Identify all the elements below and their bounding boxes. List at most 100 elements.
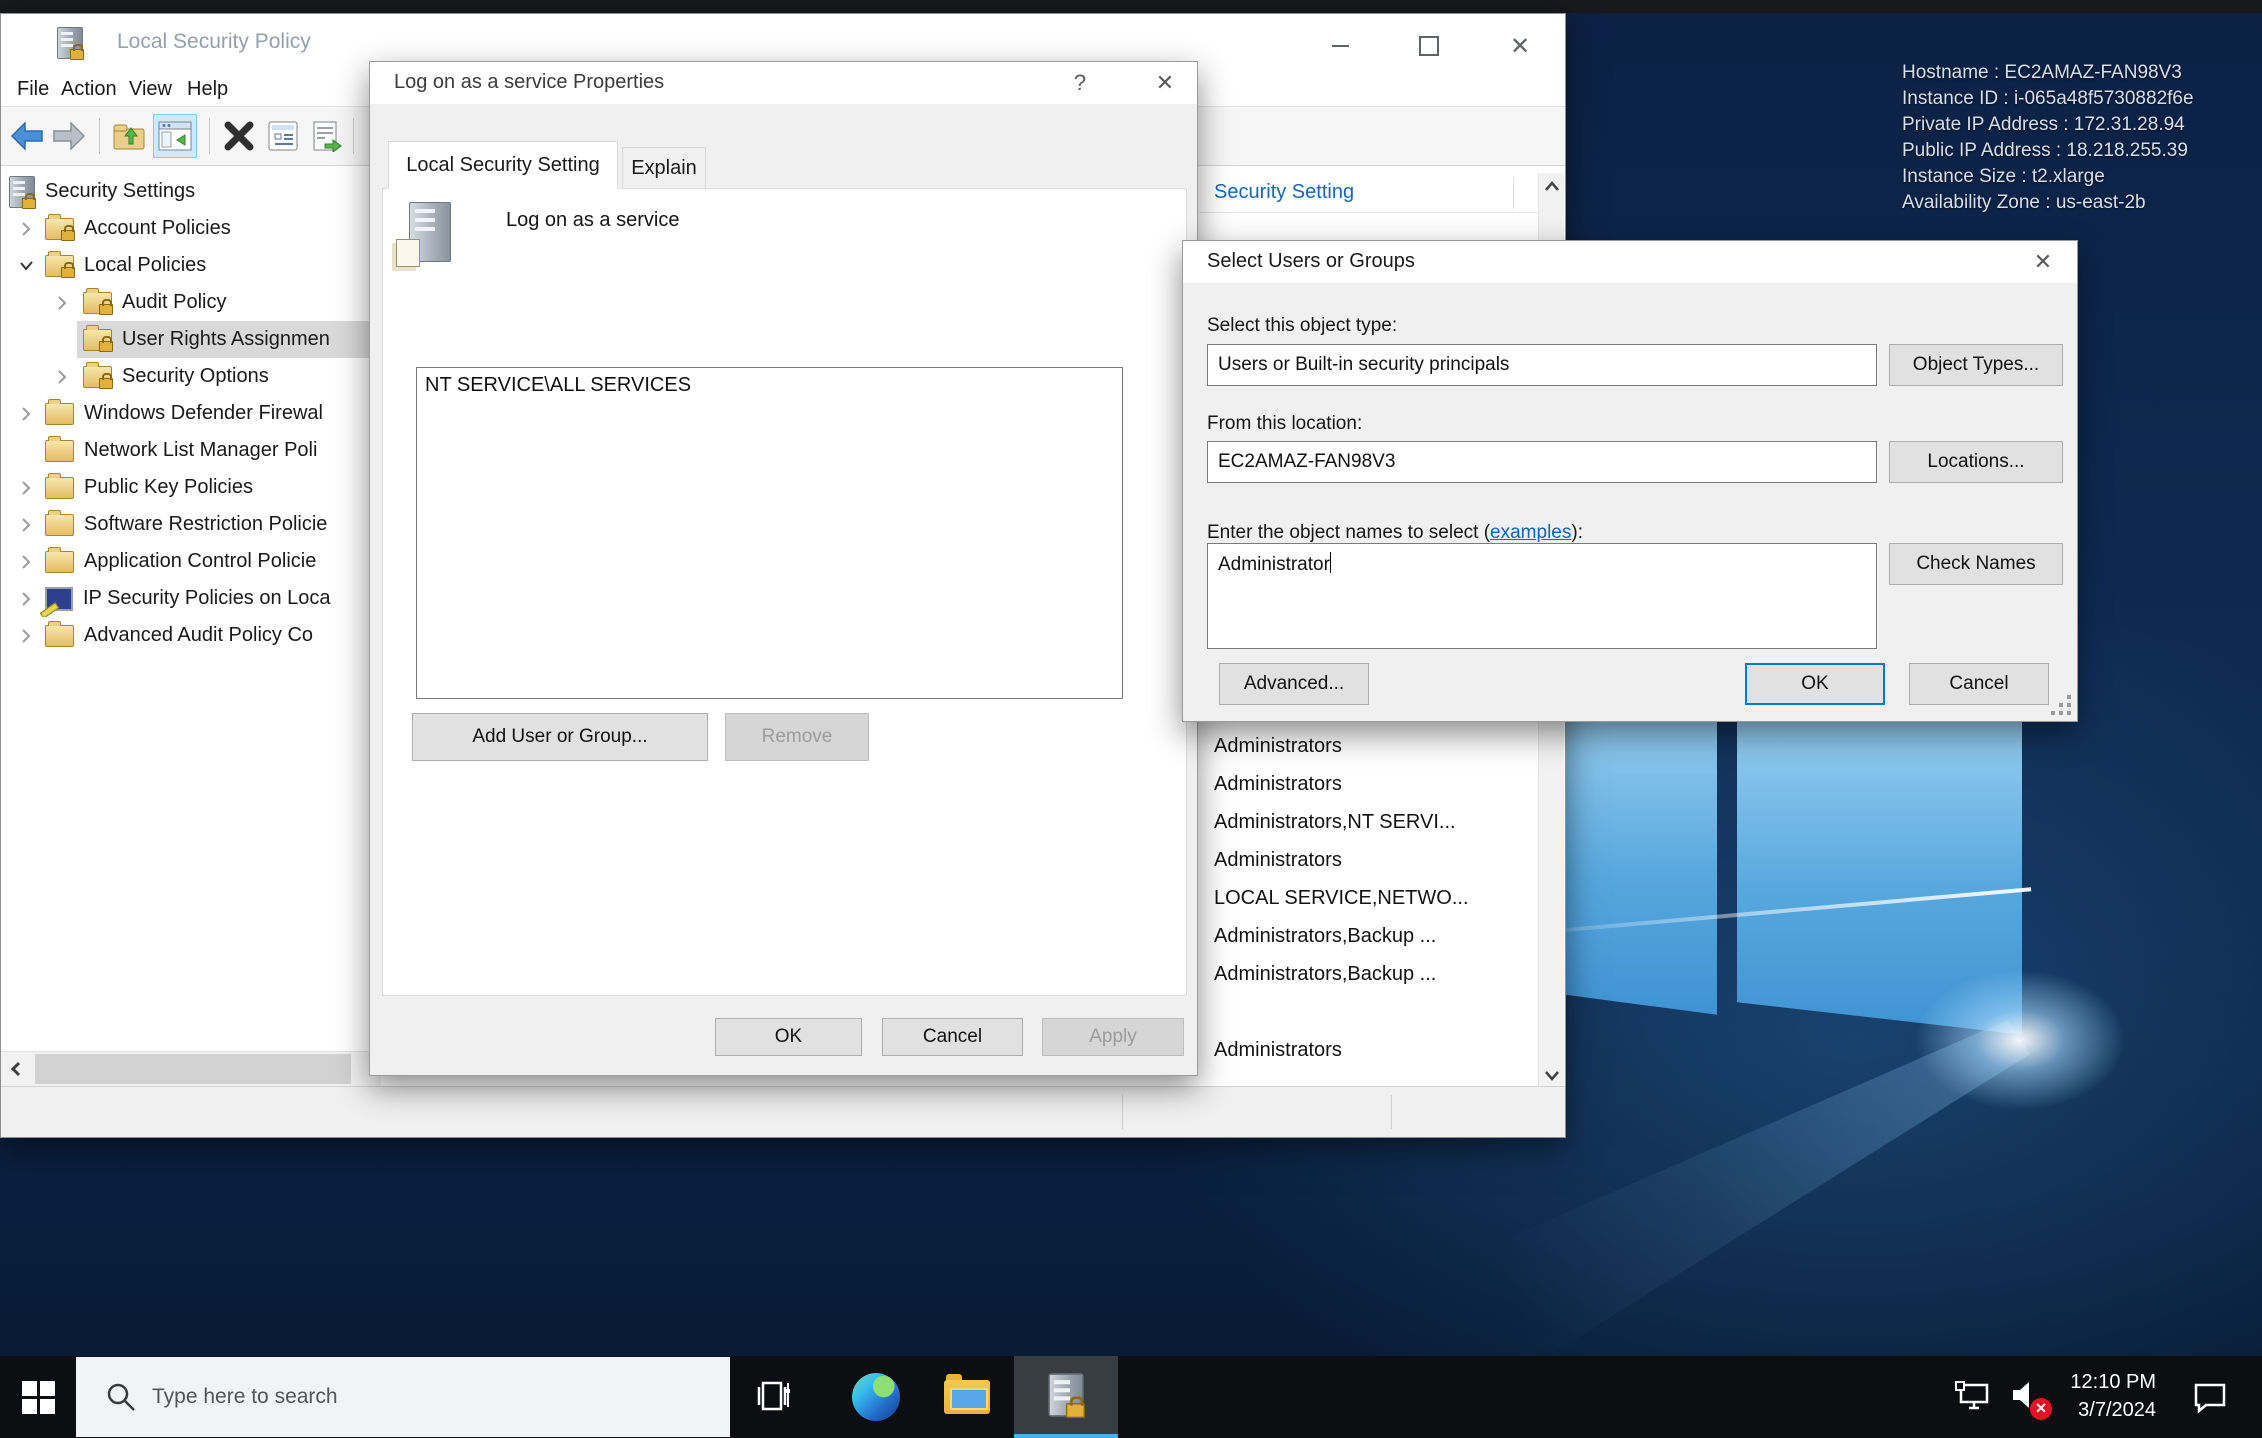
- chevron-right-icon[interactable]: [17, 627, 35, 645]
- chevron-down-icon[interactable]: [17, 257, 35, 275]
- list-row[interactable]: Administrators: [1199, 841, 1538, 879]
- scrollbar-thumb[interactable]: [35, 1054, 351, 1084]
- window-title: Local Security Policy: [117, 30, 311, 54]
- tree-item-user-rights-assignment[interactable]: User Rights Assignmen: [1, 321, 381, 358]
- tree-item-public-key-policies[interactable]: Public Key Policies: [1, 469, 381, 506]
- list-row[interactable]: Administrators: [1199, 727, 1538, 765]
- local-security-policy-taskbar-button[interactable]: [1014, 1356, 1118, 1438]
- resize-grip[interactable]: [2067, 711, 2071, 715]
- chevron-right-icon[interactable]: [17, 553, 35, 571]
- delete-icon[interactable]: [221, 118, 257, 154]
- action-center-button[interactable]: [2182, 1356, 2238, 1438]
- folder-lock-icon: [45, 255, 74, 277]
- policy-name: Log on as a service: [506, 209, 679, 232]
- text-caret: [1330, 552, 1331, 573]
- list-row[interactable]: LOCAL SERVICE,NETWO...: [1199, 879, 1538, 917]
- location-field[interactable]: EC2AMAZ-FAN98V3: [1207, 441, 1877, 483]
- clock-date: 3/7/2024: [2044, 1396, 2156, 1424]
- tab-local-security-setting[interactable]: Local Security Setting: [388, 141, 618, 189]
- show-console-tree-icon[interactable]: [153, 114, 197, 158]
- close-icon[interactable]: ✕: [1145, 66, 1185, 100]
- taskbar: Type here to search ✕ 12:10 PM 3/7/2024: [0, 1356, 2262, 1438]
- chevron-right-icon[interactable]: [17, 220, 35, 238]
- action-center-icon: [2191, 1380, 2229, 1414]
- advanced-button[interactable]: Advanced...: [1219, 663, 1369, 705]
- tab-explain[interactable]: Explain: [622, 147, 706, 189]
- add-user-or-group-button[interactable]: Add User or Group...: [412, 713, 708, 761]
- examples-link[interactable]: examples: [1490, 522, 1571, 543]
- maximize-button[interactable]: [1406, 28, 1452, 64]
- edge-button[interactable]: [838, 1356, 914, 1438]
- chevron-right-icon[interactable]: [53, 368, 71, 386]
- scroll-up-icon[interactable]: [1539, 173, 1564, 199]
- list-row[interactable]: [1199, 993, 1538, 1031]
- back-icon[interactable]: [9, 118, 45, 154]
- cancel-button[interactable]: Cancel: [882, 1018, 1023, 1056]
- chevron-right-icon[interactable]: [17, 405, 35, 423]
- tree-item-network-list-manager[interactable]: Network List Manager Poli: [1, 432, 381, 469]
- tree-item-ip-security-policies[interactable]: IP Security Policies on Loca: [1, 580, 381, 617]
- tree-item-application-control[interactable]: Application Control Policie: [1, 543, 381, 580]
- close-button[interactable]: ✕: [1497, 28, 1543, 64]
- list-row[interactable]: Administrators,Backup ...: [1199, 917, 1538, 955]
- close-icon[interactable]: ✕: [2023, 245, 2063, 279]
- search-box[interactable]: Type here to search: [76, 1357, 730, 1437]
- network-tray-button[interactable]: [1950, 1356, 1996, 1438]
- scroll-left-icon[interactable]: [1, 1052, 31, 1086]
- tree-item-audit-policy[interactable]: Audit Policy: [1, 284, 381, 321]
- tree-horizontal-scrollbar[interactable]: [1, 1051, 381, 1086]
- forward-icon[interactable]: [51, 118, 87, 154]
- list-row[interactable]: Administrators: [1199, 1031, 1538, 1069]
- location-label: From this location:: [1207, 413, 1362, 435]
- object-names-input[interactable]: Administrator: [1207, 543, 1877, 649]
- tree-item-security-options[interactable]: Security Options: [1, 358, 381, 395]
- tree-item-software-restriction[interactable]: Software Restriction Policie: [1, 506, 381, 543]
- members-listbox[interactable]: NT SERVICE\ALL SERVICES: [416, 367, 1123, 699]
- ok-button[interactable]: OK: [715, 1018, 862, 1056]
- menu-view[interactable]: View: [129, 72, 172, 106]
- export-list-icon[interactable]: [309, 118, 345, 154]
- tree-item-security-settings[interactable]: Security Settings: [1, 173, 381, 210]
- object-types-button[interactable]: Object Types...: [1889, 344, 2063, 386]
- clock[interactable]: 12:10 PM 3/7/2024: [2044, 1368, 2156, 1424]
- menu-help[interactable]: Help: [187, 72, 228, 106]
- list-row-filler: [1199, 1069, 1538, 1086]
- ok-button[interactable]: OK: [1745, 663, 1885, 705]
- apply-button[interactable]: Apply: [1042, 1018, 1184, 1056]
- chevron-right-icon[interactable]: [53, 294, 71, 312]
- task-view-button[interactable]: [742, 1356, 808, 1438]
- start-button[interactable]: [0, 1356, 76, 1438]
- ec2-instance-size: Instance Size : t2.xlarge: [1902, 164, 2194, 190]
- folder-icon: [45, 440, 74, 462]
- list-header[interactable]: Security Setting: [1199, 173, 1538, 213]
- locations-button[interactable]: Locations...: [1889, 441, 2063, 483]
- object-type-field[interactable]: Users or Built-in security principals: [1207, 344, 1877, 386]
- list-row[interactable]: Administrators,Backup ...: [1199, 955, 1538, 993]
- ec2-hostname: Hostname : EC2AMAZ-FAN98V3: [1902, 60, 2194, 86]
- folder-icon: [45, 551, 74, 573]
- chevron-right-icon[interactable]: [17, 590, 35, 608]
- list-row[interactable]: Administrators: [1199, 765, 1538, 803]
- properties-icon[interactable]: [265, 118, 301, 154]
- tree-item-windows-defender-firewall[interactable]: Windows Defender Firewal: [1, 395, 381, 432]
- menu-file[interactable]: File: [17, 72, 49, 106]
- tree-item-advanced-audit-policy[interactable]: Advanced Audit Policy Co: [1, 617, 381, 654]
- minimize-button[interactable]: [1317, 28, 1363, 64]
- logon-service-properties-dialog: Log on as a service Properties ? ✕ Local…: [369, 61, 1198, 1076]
- cancel-button[interactable]: Cancel: [1909, 663, 2049, 705]
- column-security-setting[interactable]: Security Setting: [1214, 181, 1354, 204]
- tree-item-account-policies[interactable]: Account Policies: [1, 210, 381, 247]
- member-item[interactable]: NT SERVICE\ALL SERVICES: [417, 368, 1122, 403]
- check-names-button[interactable]: Check Names: [1889, 543, 2063, 585]
- search-icon: [104, 1380, 138, 1414]
- chevron-right-icon[interactable]: [17, 479, 35, 497]
- export-folder-icon[interactable]: [111, 118, 147, 154]
- help-icon[interactable]: ?: [1060, 66, 1100, 100]
- remove-button[interactable]: Remove: [725, 713, 869, 761]
- menu-action[interactable]: Action: [61, 72, 117, 106]
- list-row[interactable]: Administrators,NT SERVI...: [1199, 803, 1538, 841]
- chevron-right-icon[interactable]: [17, 516, 35, 534]
- tree-item-local-policies[interactable]: Local Policies: [1, 247, 381, 284]
- file-explorer-button[interactable]: [934, 1356, 1000, 1438]
- volume-muted-icon: ✕: [2009, 1379, 2045, 1416]
